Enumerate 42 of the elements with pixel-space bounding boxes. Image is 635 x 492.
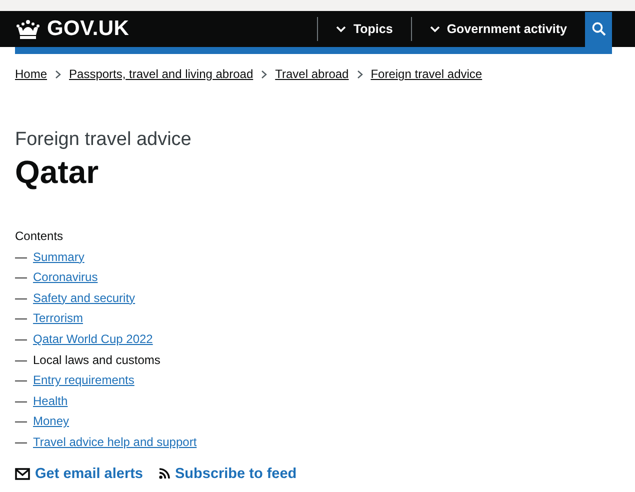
contents-heading: Contents (15, 228, 64, 245)
page-caption: Foreign travel advice (15, 129, 192, 151)
breadcrumb-link[interactable]: Home (15, 67, 48, 81)
dash-marker: — (15, 352, 27, 369)
nav-menu-button[interactable]: Government activity (412, 11, 585, 47)
dash-marker: — (15, 248, 27, 266)
contents-link[interactable]: Money (33, 411, 70, 432)
chevron-down-icon (430, 26, 440, 32)
chevron-right-icon (55, 70, 62, 78)
search-button[interactable] (585, 12, 612, 46)
dash-marker: — (15, 310, 27, 328)
contents-link[interactable]: Health (33, 390, 68, 412)
dash-marker: — (15, 330, 27, 348)
current-section: Local laws and customs (33, 350, 160, 370)
chevron-right-icon (356, 70, 363, 78)
dash-marker: — (15, 372, 27, 390)
crown-icon (15, 18, 41, 40)
contents-link[interactable]: Qatar World Cup 2022 (33, 328, 153, 350)
govuk-logo[interactable]: GOV.UK (15, 17, 130, 41)
chevron-down-icon (336, 26, 346, 32)
subscribe-feed-link[interactable]: Subscribe to feed (159, 464, 297, 484)
breadcrumb-link[interactable]: Passports, travel and living abroad (69, 67, 254, 81)
contents-link[interactable]: Terrorism (33, 308, 83, 329)
contents-link[interactable]: Coronavirus (33, 267, 98, 288)
dash-marker: — (15, 413, 27, 430)
nav-menu-button[interactable]: Topics (318, 11, 411, 47)
breadcrumb-link[interactable]: Foreign travel advice (370, 67, 482, 81)
dash-marker: — (15, 392, 27, 410)
contents-link[interactable]: Summary (33, 246, 84, 268)
contents-link[interactable]: Entry requirements (33, 370, 134, 391)
dash-marker: — (15, 434, 27, 451)
chevron-right-icon (261, 70, 268, 78)
email-alerts-link[interactable]: Get email alerts (15, 464, 143, 484)
contents-link[interactable]: Travel advice help and support (33, 432, 197, 453)
envelope-icon (15, 468, 30, 480)
dash-marker: — (15, 290, 27, 307)
breadcrumb-link[interactable]: Travel abroad (275, 67, 349, 81)
rss-feed-icon (159, 468, 170, 480)
dash-marker: — (15, 269, 27, 286)
page-title: Qatar (15, 154, 100, 190)
contents-link[interactable]: Safety and security (33, 288, 136, 308)
search-icon (592, 22, 606, 36)
